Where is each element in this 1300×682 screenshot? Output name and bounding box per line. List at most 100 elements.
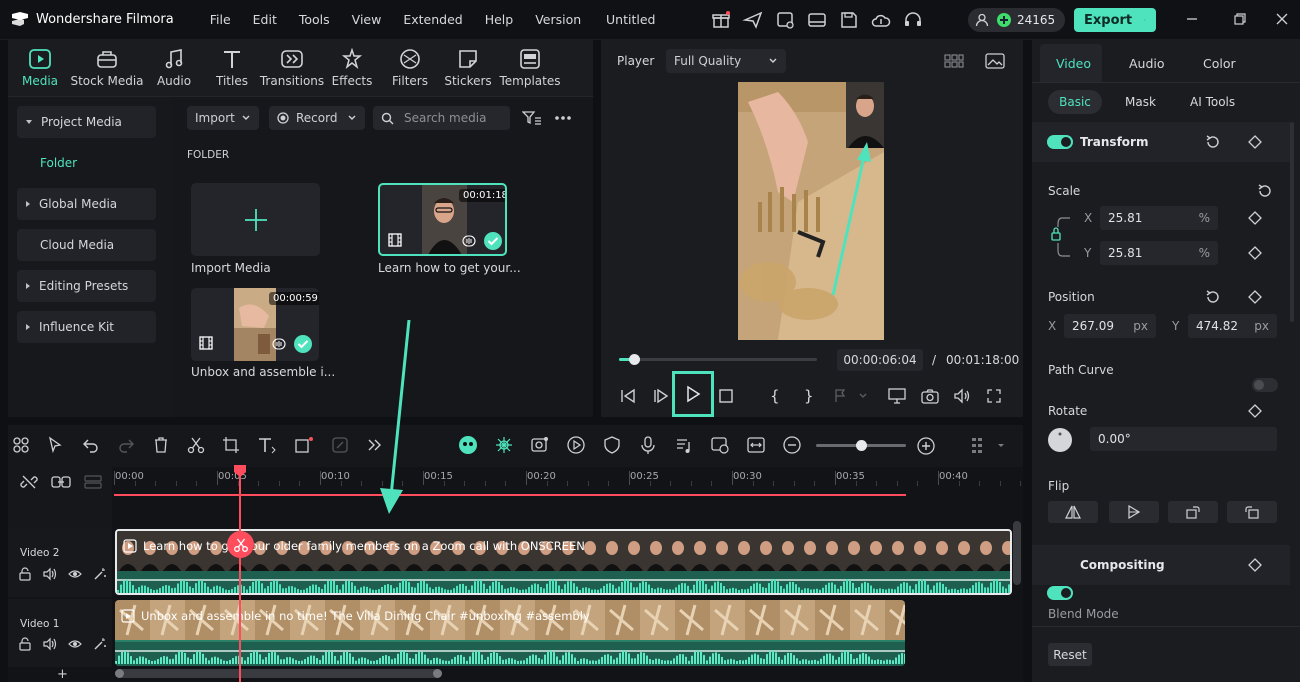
scale-reset-icon[interactable] xyxy=(1257,183,1273,199)
quality-dropdown[interactable]: Full Quality xyxy=(666,49,786,73)
stop-icon[interactable] xyxy=(719,389,733,403)
lock-track-icon[interactable] xyxy=(18,567,32,581)
export-button[interactable]: Export xyxy=(1074,8,1156,32)
grid-view-icon[interactable] xyxy=(944,53,964,69)
player-progress-track[interactable] xyxy=(619,354,817,365)
sidebar-item-folder[interactable]: Folder xyxy=(17,147,156,179)
prev-frame-icon[interactable] xyxy=(619,388,637,404)
record-dropdown[interactable]: Record xyxy=(269,106,365,130)
tab-video[interactable]: Video xyxy=(1056,56,1091,71)
menu-view[interactable]: View xyxy=(352,12,382,27)
menu-file[interactable]: File xyxy=(210,12,231,27)
volume-icon[interactable] xyxy=(953,388,971,404)
send-icon[interactable] xyxy=(742,9,764,31)
timeline-scrollbar[interactable] xyxy=(115,669,442,678)
scale-y-field[interactable]: 25.81% xyxy=(1100,241,1218,265)
zoom-slider-knob[interactable] xyxy=(856,440,867,451)
track-layout-icon[interactable] xyxy=(970,436,1006,456)
menu-version[interactable]: Version xyxy=(535,12,581,27)
layout-icon[interactable] xyxy=(806,9,828,31)
visibility-eye-icon[interactable] xyxy=(68,567,82,581)
restore-icon[interactable] xyxy=(1233,12,1247,26)
minimize-icon[interactable] xyxy=(1185,12,1199,26)
split-playhead-button[interactable] xyxy=(227,531,254,558)
snapshot-image-icon[interactable] xyxy=(985,52,1005,70)
sidebar-item-editing-presets[interactable]: Editing Presets xyxy=(17,270,156,302)
props-scrollbar[interactable] xyxy=(1290,122,1294,322)
compositing-toggle[interactable] xyxy=(1047,586,1073,600)
scale-x-field[interactable]: 25.81% xyxy=(1100,206,1218,230)
clip-video-1[interactable]: Unbox and assemble in no time! The Villa… xyxy=(115,600,905,666)
ai-mate-icon[interactable] xyxy=(458,435,478,455)
keyframe-diamond-icon[interactable] xyxy=(1248,404,1262,418)
rotate-clockwise-button[interactable] xyxy=(1168,501,1218,523)
keyframe-diamond-icon[interactable] xyxy=(1248,135,1262,149)
add-track-icon[interactable]: + xyxy=(57,667,68,682)
reset-icon[interactable] xyxy=(1205,134,1221,150)
tab-audio-props[interactable]: Audio xyxy=(1129,56,1165,71)
lock-ratio-icon[interactable] xyxy=(1050,214,1074,260)
zoom-in-icon[interactable] xyxy=(916,436,936,456)
flip-horizontal-button[interactable] xyxy=(1048,501,1098,523)
lock-track-icon[interactable] xyxy=(18,637,32,651)
save-icon[interactable] xyxy=(838,9,860,31)
track-manager-icon[interactable] xyxy=(84,474,102,490)
visibility-eye-icon[interactable] xyxy=(68,637,82,651)
snap-magnet-icon[interactable] xyxy=(494,435,514,455)
close-icon[interactable] xyxy=(1275,12,1289,26)
menu-extended[interactable]: Extended xyxy=(403,12,462,27)
auto-reframe-icon[interactable] xyxy=(530,435,550,455)
tab-stock-media[interactable]: Stock Media xyxy=(69,40,145,97)
reset-button[interactable]: Reset xyxy=(1048,643,1092,666)
mark-out-icon[interactable]: } xyxy=(804,387,814,405)
shield-icon[interactable] xyxy=(602,435,622,455)
fullscreen-icon[interactable] xyxy=(987,389,1001,403)
text-tool-icon[interactable] xyxy=(257,436,277,454)
magic-wand-icon[interactable] xyxy=(93,567,107,581)
import-media-tile[interactable] xyxy=(191,183,320,256)
scroll-handle-left[interactable] xyxy=(115,669,124,678)
timeline-vertical-scrollbar[interactable] xyxy=(1013,521,1021,585)
search-input[interactable]: Search media xyxy=(373,106,510,130)
path-curve-toggle[interactable] xyxy=(1252,378,1278,392)
menu-edit[interactable]: Edit xyxy=(253,12,277,27)
rotate-dial-icon[interactable] xyxy=(1047,427,1073,453)
more-icon[interactable] xyxy=(554,115,572,121)
magic-wand-icon[interactable] xyxy=(93,637,107,651)
rotate-counterclockwise-button[interactable] xyxy=(1227,501,1277,523)
credits-badge[interactable]: 24165 xyxy=(968,8,1066,32)
mute-track-icon[interactable] xyxy=(43,567,57,581)
next-frame-icon[interactable] xyxy=(652,388,670,404)
filter-sort-icon[interactable] xyxy=(522,110,542,126)
sidebar-item-global-media[interactable]: Global Media xyxy=(17,188,156,220)
tab-audio[interactable]: Audio xyxy=(145,40,203,97)
sidebar-item-influence-kit[interactable]: Influence Kit xyxy=(17,311,156,343)
split-scissors-icon[interactable] xyxy=(187,436,205,454)
sidebar-item-cloud-media[interactable]: Cloud Media xyxy=(17,229,156,261)
scroll-handle-right[interactable] xyxy=(433,669,442,678)
speed-ramp-icon[interactable] xyxy=(710,435,730,455)
mark-in-icon[interactable]: { xyxy=(770,387,780,405)
microphone-icon[interactable] xyxy=(638,435,658,455)
redo-icon[interactable] xyxy=(117,436,135,454)
keyframe-diamond-icon[interactable] xyxy=(1248,246,1262,260)
playhead-line[interactable] xyxy=(239,470,241,682)
tab-transitions[interactable]: Transitions xyxy=(260,40,324,97)
render-preview-icon[interactable] xyxy=(566,435,586,455)
tab-titles[interactable]: Titles xyxy=(203,40,261,97)
select-pointer-icon[interactable] xyxy=(47,436,65,454)
fit-timeline-icon[interactable] xyxy=(746,435,766,455)
play-button[interactable] xyxy=(672,371,714,417)
audio-mixer-icon[interactable] xyxy=(674,435,694,455)
tab-media[interactable]: Media xyxy=(11,40,69,97)
menu-help[interactable]: Help xyxy=(485,12,514,27)
marker-dropdown-icon[interactable] xyxy=(834,389,868,403)
media-item-unbox[interactable]: 00:00:59 xyxy=(191,288,319,361)
ai-effect-icon[interactable] xyxy=(331,436,349,454)
position-x-field[interactable]: 267.09 px xyxy=(1064,314,1156,338)
unlink-icon[interactable] xyxy=(20,473,38,491)
headset-icon[interactable] xyxy=(902,9,924,31)
cloud-upload-icon[interactable] xyxy=(870,9,892,31)
playhead-handle-icon[interactable] xyxy=(233,464,247,478)
menu-tools[interactable]: Tools xyxy=(299,12,330,27)
